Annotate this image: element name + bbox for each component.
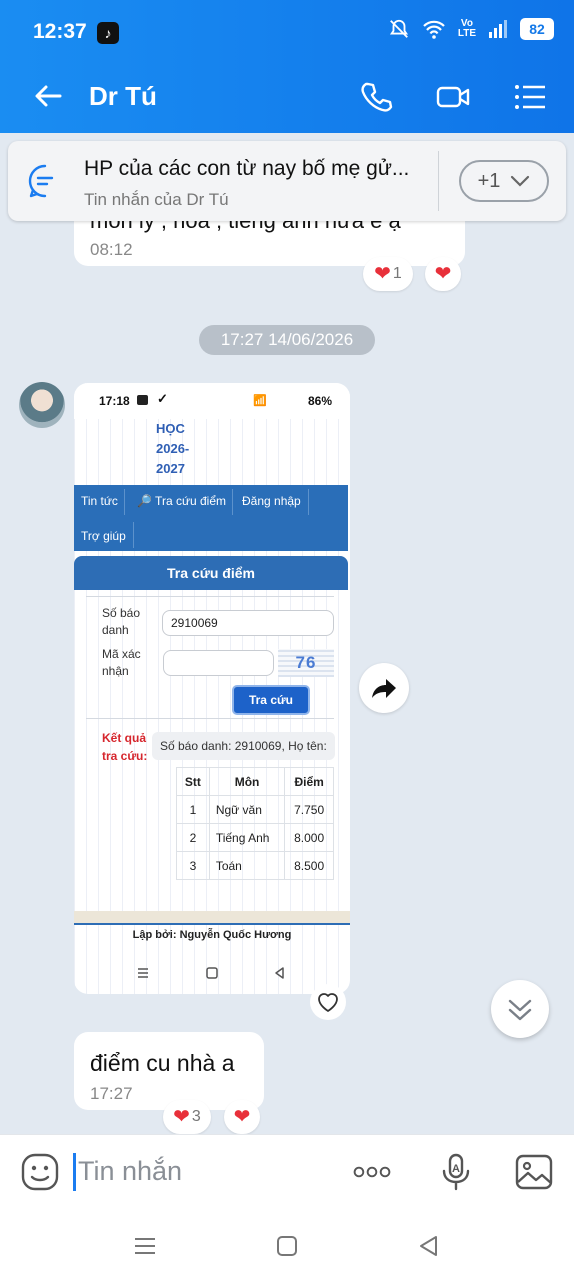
pinned-subtitle: Tin nhắn của Dr Tú bbox=[84, 190, 229, 209]
page-footer: Lập bởi: Nguyễn Quốc Hương bbox=[132, 929, 292, 941]
pinned-title: HP của các con từ nay bố mẹ gử... bbox=[84, 157, 410, 180]
back-triangle-icon[interactable] bbox=[415, 1233, 441, 1259]
wifi-icon bbox=[423, 20, 445, 39]
message-time: 08:12 bbox=[90, 240, 133, 259]
heart-icon: ❤ bbox=[173, 1106, 190, 1128]
message-bubble[interactable]: điểm cu nhà a 17:27 bbox=[74, 1032, 264, 1110]
pinned-more-button[interactable]: +1 bbox=[459, 160, 549, 202]
panel-title: Tra cứu điểm bbox=[74, 556, 348, 590]
mute-bell-icon bbox=[389, 19, 408, 38]
message-text: điểm cu nhà a bbox=[90, 1050, 235, 1076]
captcha-label: Mã xác nhận bbox=[102, 647, 141, 678]
system-nav-bar bbox=[0, 1214, 574, 1280]
heart-icon: ❤ bbox=[374, 263, 391, 285]
signal-icon bbox=[489, 20, 507, 38]
table-row: 1 Ngữ văn 7.750 bbox=[176, 795, 334, 824]
tiktok-icon: ♪ bbox=[97, 22, 119, 44]
home-icon[interactable] bbox=[274, 1233, 300, 1259]
text-cursor bbox=[73, 1153, 76, 1191]
contact-name[interactable]: Dr Tú bbox=[89, 81, 157, 112]
chevron-down-icon bbox=[511, 175, 530, 187]
lookup-button: Tra cứu bbox=[232, 685, 310, 715]
status-time: 12:37 bbox=[33, 20, 87, 43]
shot-nav: Tin tức 🔎 Tra cứu điểm Đăng nhập Trợ giú… bbox=[74, 485, 348, 551]
divider bbox=[438, 151, 439, 211]
back-arrow-icon[interactable] bbox=[30, 78, 66, 114]
message-time: 17:27 bbox=[90, 1084, 133, 1103]
chat-header: 12:37 ♪ Vo LTE 82 Dr Tú bbox=[0, 0, 574, 133]
double-chevron-down-icon bbox=[508, 999, 532, 1021]
shot-nav-bar bbox=[138, 967, 284, 979]
image-message[interactable]: 17:18 ✓ 📶 86% HỌC 2026- 2027 Tin tức 🔎 T… bbox=[74, 383, 350, 994]
captcha-field bbox=[163, 650, 274, 676]
more-options-icon[interactable] bbox=[352, 1152, 392, 1192]
svg-text:A: A bbox=[452, 1163, 460, 1175]
menu-list-icon[interactable] bbox=[513, 80, 547, 114]
result-summary: Số báo danh: 2910069, Họ tên: bbox=[152, 732, 335, 760]
app-icon bbox=[137, 395, 148, 405]
avatar[interactable] bbox=[19, 382, 65, 428]
shot-status-bar: 17:18 ✓ 📶 86% bbox=[74, 383, 350, 419]
table-row: 2 Tiếng Anh 8.000 bbox=[176, 823, 334, 852]
sbd-label: Số báo danh bbox=[102, 606, 141, 637]
score-table: Stt Môn Điểm 1 Ngữ văn 7.750 2 Tiếng Anh… bbox=[176, 767, 334, 880]
chat-bubble-icon bbox=[28, 164, 54, 198]
image-gallery-icon[interactable] bbox=[514, 1152, 554, 1192]
video-call-icon[interactable] bbox=[436, 80, 470, 114]
sticker-icon[interactable] bbox=[20, 1152, 60, 1192]
react-button[interactable] bbox=[310, 984, 346, 1020]
share-arrow-icon bbox=[372, 679, 396, 698]
reaction-count[interactable]: ❤ 1 bbox=[363, 257, 413, 291]
message-input[interactable]: Tin nhắn bbox=[78, 1156, 182, 1187]
heart-icon: ❤ bbox=[233, 1106, 251, 1128]
check-icon: ✓ bbox=[157, 391, 168, 406]
forward-button[interactable] bbox=[359, 663, 409, 713]
phone-icon[interactable] bbox=[359, 80, 393, 114]
react-button[interactable]: ❤ bbox=[224, 1100, 260, 1134]
recent-apps-icon[interactable] bbox=[132, 1233, 158, 1259]
heart-icon: ❤ bbox=[434, 263, 452, 285]
battery-level: 82 bbox=[520, 18, 554, 40]
status-icons: Vo LTE 82 bbox=[388, 18, 554, 40]
result-label: Kết quả tra cứu: bbox=[102, 731, 148, 763]
microphone-icon[interactable]: A bbox=[436, 1152, 476, 1192]
pinned-message[interactable]: HP của các con từ nay bố mẹ gử... Tin nh… bbox=[8, 141, 566, 221]
react-button[interactable]: ❤ bbox=[425, 257, 461, 291]
reaction-count[interactable]: ❤ 3 bbox=[163, 1100, 211, 1134]
volte-icon: Vo LTE bbox=[457, 18, 476, 39]
shot-signal-icon: 📶 bbox=[253, 395, 267, 407]
page-heading: HỌC 2026- 2027 bbox=[156, 421, 190, 476]
captcha-image: 76 bbox=[278, 649, 334, 677]
table-row: 3 Toán 8.500 bbox=[176, 851, 334, 880]
heart-outline-icon bbox=[318, 993, 338, 1012]
date-separator: 17:27 14/06/2026 bbox=[199, 325, 375, 355]
sbd-field: 2910069 bbox=[162, 610, 334, 636]
scroll-to-bottom-button[interactable] bbox=[491, 980, 549, 1038]
